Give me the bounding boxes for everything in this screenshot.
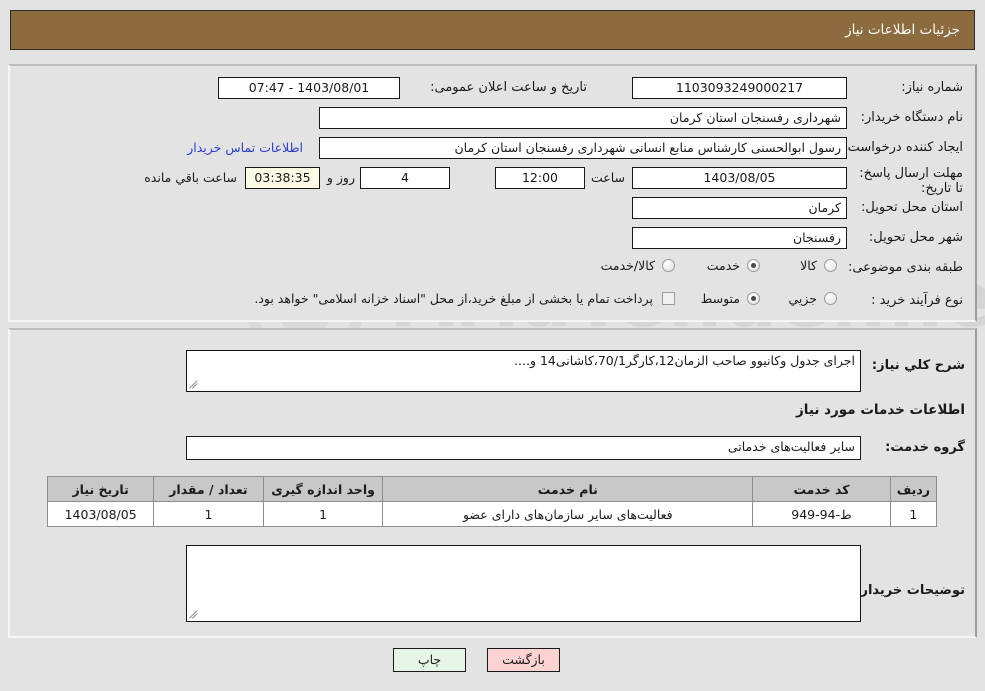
need-summary-panel: شماره نیاز: 1103093249000217 تاریخ و ساع… [8, 64, 977, 322]
city-label: شهر محل تحویل: [868, 230, 963, 245]
purchase-type-label: نوع فرآیند خرید : [871, 293, 963, 308]
table-header-need-date: تاریخ نیاز [46, 476, 155, 502]
days-and-label: روز و [326, 170, 355, 185]
buyer-org-value[interactable]: شهرداری رفسنجان استان کرمان [319, 107, 847, 129]
remaining-label: ساعت باقي مانده [144, 170, 237, 185]
resize-grip-icon[interactable] [189, 378, 201, 390]
need-number-value[interactable]: 1103093249000217 [632, 77, 847, 99]
treasury-bond-checkbox[interactable] [662, 292, 675, 305]
services-section-heading: اطلاعات خدمات مورد نیاز [795, 402, 965, 418]
buyer-org-label: نام دستگاه خریدار: [860, 110, 963, 125]
page-title: جزئیات اطلاعات نیاز [845, 22, 960, 38]
city-value[interactable]: رفسنجان [632, 227, 847, 249]
back-button[interactable]: بازگشت [487, 648, 560, 672]
table-header-row: ردیف کد خدمت نام خدمت واحد اندازه گیری ت… [46, 476, 938, 502]
buyer-notes-textarea[interactable] [186, 545, 861, 622]
general-desc-textarea[interactable]: اجرای جدول وکانیوو صاحب الزمان12،کارگر70… [186, 350, 861, 392]
general-desc-label: شرح کلي نیاز: [871, 358, 965, 373]
deadline-label: مهلت ارسال پاسخ: تا تاریخ: [859, 166, 963, 196]
cell-code: ط-94-949 [752, 501, 891, 527]
treasury-bond-label: پرداخت تمام یا بخشی از مبلغ خرید،از محل … [254, 291, 653, 306]
print-button[interactable]: چاپ [393, 648, 466, 672]
purchase-type-radio-jozei[interactable] [824, 292, 837, 305]
deadline-date-value[interactable]: 1403/08/05 [632, 167, 847, 189]
announce-datetime-label: تاریخ و ساعت اعلان عمومی: [430, 80, 587, 95]
table-header-name: نام خدمت [382, 476, 754, 502]
hour-label: ساعت [590, 170, 625, 185]
category-label: طبقه بندی موضوعی: [847, 260, 963, 275]
remaining-days-value[interactable]: 4 [360, 167, 450, 189]
hour-value[interactable]: 12:00 [495, 167, 585, 189]
buyer-notes-label: توضیحات خریدار: [855, 583, 965, 598]
cell-quantity: 1 [153, 501, 264, 527]
service-group-value[interactable]: سایر فعالیت‌های خدماتی [186, 436, 861, 460]
purchase-type-option-jozei: جزیي [788, 291, 817, 306]
category-radio-khedmat[interactable] [747, 259, 760, 272]
purchase-type-option-motevaset: متوسط [700, 291, 740, 306]
need-number-label: شماره نیاز: [901, 80, 963, 95]
province-label: استان محل تحویل: [861, 200, 963, 215]
need-details-panel: شرح کلي نیاز: اجرای جدول وکانیوو صاحب ال… [8, 328, 977, 638]
table-header-code: کد خدمت [752, 476, 891, 502]
table-header-row-no: ردیف [889, 476, 938, 502]
requester-value[interactable]: رسول ابوالحسنی کارشناس منابع انسانی شهرد… [319, 137, 847, 159]
table-header-unit: واحد اندازه گیری [262, 476, 384, 502]
requester-label: ایجاد کننده درخواست: [843, 140, 963, 155]
purchase-type-radio-motevaset[interactable] [747, 292, 760, 305]
general-desc-value: اجرای جدول وکانیوو صاحب الزمان12،کارگر70… [514, 353, 855, 368]
cell-row-no: 1 [889, 501, 938, 527]
category-option-khedmat: خدمت [706, 258, 740, 273]
table-header-quantity: تعداد / مقدار [153, 476, 264, 502]
category-radio-kala[interactable] [824, 259, 837, 272]
cell-unit: 1 [262, 501, 384, 527]
category-option-kala: کالا [800, 258, 817, 273]
table-row: 1 ط-94-949 فعالیت‌های سایر سازمان‌های دا… [46, 501, 938, 527]
services-table: ردیف کد خدمت نام خدمت واحد اندازه گیری ت… [46, 476, 938, 527]
resize-grip-icon-notes[interactable] [189, 608, 201, 620]
page-root: AriaTender.net جزئیات اطلاعات نیاز شماره… [0, 0, 985, 691]
service-group-label: گروه خدمت: [885, 440, 965, 455]
province-value[interactable]: کرمان [632, 197, 847, 219]
remaining-clock-value: 03:38:35 [245, 167, 320, 189]
buyer-contact-link[interactable]: اطلاعات تماس خریدار [187, 140, 303, 155]
category-option-kala-khedmat: کالا/خدمت [600, 258, 655, 273]
announce-datetime-value[interactable]: 1403/08/01 - 07:47 [218, 77, 400, 99]
cell-need-date: 1403/08/05 [46, 501, 155, 527]
window-title-bar: جزئیات اطلاعات نیاز [10, 10, 975, 50]
category-radio-kala-khedmat[interactable] [662, 259, 675, 272]
cell-name: فعالیت‌های سایر سازمان‌های دارای عضو [382, 501, 754, 527]
